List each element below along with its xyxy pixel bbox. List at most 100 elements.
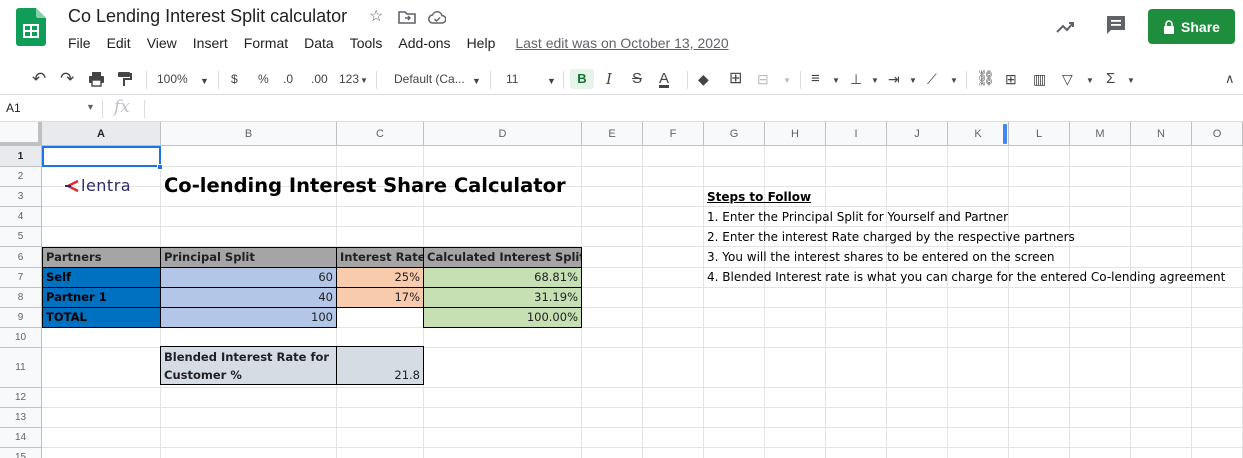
- activity-trend-icon[interactable]: [1054, 16, 1076, 38]
- step-1[interactable]: 1. Enter the Principal Split for Yoursel…: [707, 207, 1008, 227]
- strikethrough-button[interactable]: S: [632, 69, 642, 89]
- column-header-b[interactable]: B: [161, 122, 337, 146]
- share-button[interactable]: Share: [1148, 9, 1235, 44]
- column-header-f[interactable]: F: [643, 122, 704, 146]
- row-header-9[interactable]: 9: [0, 308, 42, 328]
- more-formats-button[interactable]: 123: [339, 69, 359, 89]
- menu-file[interactable]: File: [60, 35, 99, 51]
- row-self-principal[interactable]: 60: [160, 267, 337, 288]
- menu-data[interactable]: Data: [296, 35, 342, 51]
- merge-chevron-icon[interactable]: ▼: [783, 71, 791, 91]
- font-size-chevron-icon[interactable]: ▼: [547, 71, 556, 91]
- rotation-chevron-icon[interactable]: ▼: [950, 71, 958, 91]
- column-header-o[interactable]: O: [1192, 122, 1243, 146]
- undo-icon[interactable]: ↶: [32, 69, 46, 89]
- row-total-principal[interactable]: 100: [160, 307, 337, 328]
- cloud-status-icon[interactable]: [428, 11, 446, 24]
- comments-icon[interactable]: [1105, 14, 1127, 36]
- menu-format[interactable]: Format: [236, 35, 296, 51]
- italic-button[interactable]: I: [606, 69, 612, 89]
- filter-chevron-icon[interactable]: ▼: [1086, 71, 1094, 91]
- name-box-chevron-icon[interactable]: ▼: [86, 102, 95, 112]
- blended-rate-label[interactable]: Blended Interest Rate for Customer %: [160, 346, 337, 385]
- sheet-title[interactable]: Co-lending Interest Share Calculator: [164, 174, 566, 197]
- paint-format-icon[interactable]: [117, 71, 132, 87]
- row-header-11[interactable]: 11: [0, 348, 42, 388]
- insert-comment-icon[interactable]: ⊞: [1005, 69, 1017, 89]
- row-header-13[interactable]: 13: [0, 408, 42, 428]
- collapse-menu-chevron-icon[interactable]: ∧: [1225, 69, 1235, 89]
- row-partner-1-principal[interactable]: 40: [160, 287, 337, 308]
- step-4[interactable]: 4. Blended Interest rate is what you can…: [707, 267, 1225, 287]
- text-wrap-icon[interactable]: ⇥: [888, 69, 900, 89]
- header-interest-rate[interactable]: Interest Rate: [336, 247, 424, 268]
- row-header-1[interactable]: 1: [0, 146, 42, 167]
- more-formats-chevron-icon[interactable]: ▼: [360, 71, 368, 91]
- move-folder-icon[interactable]: [398, 10, 416, 24]
- row-total-partner[interactable]: TOTAL: [42, 307, 161, 328]
- step-3[interactable]: 3. You will the interest shares to be en…: [707, 247, 1054, 267]
- redo-icon[interactable]: ↷: [60, 69, 74, 89]
- row-self-partner[interactable]: Self: [42, 267, 161, 288]
- menu-addons[interactable]: Add-ons: [390, 35, 458, 51]
- document-title[interactable]: Co Lending Interest Split calculator: [68, 6, 347, 27]
- blended-rate-value[interactable]: 21.8: [336, 346, 424, 385]
- column-header-j[interactable]: J: [887, 122, 948, 146]
- row-self-interest-rate[interactable]: 25%: [336, 267, 424, 288]
- row-partner-1-interest-rate[interactable]: 17%: [336, 287, 424, 308]
- name-box[interactable]: A1: [6, 101, 21, 115]
- fill-handle[interactable]: [157, 164, 163, 170]
- column-header-d[interactable]: D: [424, 122, 582, 146]
- column-header-n[interactable]: N: [1131, 122, 1192, 146]
- row-header-4[interactable]: 4: [0, 207, 42, 227]
- vertical-align-icon[interactable]: ⊥: [850, 69, 862, 89]
- header-partners[interactable]: Partners: [42, 247, 161, 268]
- font-size-select[interactable]: 11: [506, 69, 518, 89]
- row-partner-1-partner[interactable]: Partner 1: [42, 287, 161, 308]
- select-all-corner[interactable]: [0, 122, 42, 146]
- percent-format-button[interactable]: %: [258, 69, 269, 89]
- spreadsheet-grid[interactable]: A B C D E F G H I J K L M N O 1 2 3 4 5 6 7 8 9 10 11 12 13 14 15 Part…: [0, 122, 1243, 458]
- menu-help[interactable]: Help: [459, 35, 504, 51]
- text-rotation-icon[interactable]: ⟋: [927, 69, 937, 89]
- column-header-c[interactable]: C: [337, 122, 424, 146]
- zoom-chevron-down-icon[interactable]: ▼: [200, 71, 209, 91]
- menu-edit[interactable]: Edit: [99, 35, 139, 51]
- menu-tools[interactable]: Tools: [342, 35, 391, 51]
- row-header-6[interactable]: 6: [0, 247, 42, 268]
- row-header-12[interactable]: 12: [0, 388, 42, 408]
- borders-icon[interactable]: ⊞: [729, 69, 742, 89]
- step-2[interactable]: 2. Enter the interest Rate charged by th…: [707, 227, 1075, 247]
- row-header-14[interactable]: 14: [0, 428, 42, 448]
- row-partner-1-interest-split[interactable]: 31.19%: [423, 287, 582, 308]
- row-header-8[interactable]: 8: [0, 288, 42, 308]
- row-header-7[interactable]: 7: [0, 268, 42, 288]
- menu-insert[interactable]: Insert: [185, 35, 236, 51]
- halign-chevron-icon[interactable]: ▼: [832, 71, 840, 91]
- column-header-a[interactable]: A: [42, 122, 161, 146]
- increase-decimal-button[interactable]: .00: [311, 69, 328, 89]
- font-family-select[interactable]: Default (Ca...: [394, 69, 465, 89]
- text-color-button[interactable]: A: [659, 69, 669, 89]
- menu-view[interactable]: View: [139, 35, 185, 51]
- row-header-3[interactable]: 3: [0, 187, 42, 207]
- sheets-logo-icon[interactable]: [16, 8, 46, 46]
- row-self-interest-split[interactable]: 68.81%: [423, 267, 582, 288]
- functions-chevron-icon[interactable]: ▼: [1127, 71, 1135, 91]
- column-header-h[interactable]: H: [765, 122, 826, 146]
- valign-chevron-icon[interactable]: ▼: [871, 71, 879, 91]
- column-header-l[interactable]: L: [1009, 122, 1070, 146]
- bold-button[interactable]: B: [570, 69, 594, 89]
- column-header-e[interactable]: E: [582, 122, 643, 146]
- currency-format-button[interactable]: $: [231, 69, 238, 89]
- row-header-2[interactable]: 2: [0, 167, 42, 187]
- header-principal-split[interactable]: Principal Split: [160, 247, 337, 268]
- row-header-10[interactable]: 10: [0, 328, 42, 348]
- fill-color-icon[interactable]: ◆: [698, 69, 709, 89]
- column-header-m[interactable]: M: [1070, 122, 1131, 146]
- insert-chart-icon[interactable]: ▥: [1033, 69, 1046, 89]
- filter-icon[interactable]: ▽: [1062, 69, 1073, 89]
- horizontal-align-icon[interactable]: ≡: [811, 69, 820, 89]
- header-calculated-interest-split[interactable]: Calculated Interest Split: [423, 247, 582, 268]
- row-header-15[interactable]: 15: [0, 448, 42, 458]
